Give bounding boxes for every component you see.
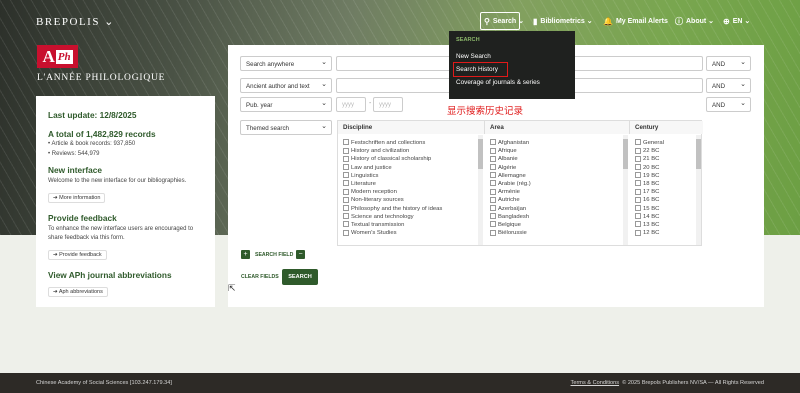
- year-separator: -: [369, 100, 372, 107]
- dropdown-heading: SEARCH: [456, 37, 480, 43]
- abbreviations-title: View APh journal abbreviations: [48, 270, 172, 280]
- list-item: 13 BC: [635, 221, 664, 229]
- discipline-header: Discipline: [338, 121, 485, 134]
- bell-icon: 🔔: [603, 16, 613, 26]
- sidebar: Last update: 12/8/2025 A total of 1,482,…: [36, 96, 215, 307]
- bar-chart-icon: ▮: [533, 16, 538, 26]
- list-item: Arménie: [490, 188, 531, 196]
- brepolis-brand[interactable]: BREPOLIS ⌄: [36, 15, 115, 28]
- info-icon: ⓘ: [675, 16, 683, 26]
- remove-field-button[interactable]: −: [296, 250, 305, 259]
- list-item: Literature: [343, 180, 442, 188]
- menu-item-new-search[interactable]: New Search: [456, 50, 568, 63]
- discipline-list[interactable]: Festschriften and collections History and…: [343, 139, 442, 237]
- operator-select-1[interactable]: AND: [706, 56, 751, 71]
- list-item: 15 BC: [635, 205, 664, 213]
- century-header: Century: [630, 121, 703, 134]
- total-records: A total of 1,482,829 records: [48, 129, 156, 139]
- list-item: 14 BC: [635, 213, 664, 221]
- footer: Chinese Academy of Social Sciences [103.…: [0, 373, 800, 393]
- feedback-text: To enhance the new interface users are e…: [48, 226, 194, 241]
- globe-icon: ⊕: [723, 16, 730, 26]
- themed-grid: Discipline Area Century Festschriften an…: [337, 120, 703, 246]
- operator-select-2[interactable]: AND: [706, 78, 751, 93]
- list-item: Non-literary sources: [343, 196, 442, 204]
- clear-fields-button[interactable]: CLEAR FIELDS: [241, 274, 279, 280]
- list-item: Women's Studies: [343, 229, 442, 237]
- list-item: 18 BC: [635, 180, 664, 188]
- list-item: History and civilization: [343, 147, 442, 155]
- list-item: Philosophy and the history of ideas: [343, 205, 442, 213]
- mouse-cursor-icon: ⇱: [228, 283, 236, 293]
- list-item: Algérie: [490, 164, 531, 172]
- search-icon: ⚲: [484, 16, 490, 26]
- list-item: Allemagne: [490, 172, 531, 180]
- record-count-reviews: • Reviews: 544,979: [48, 151, 100, 157]
- area-list[interactable]: Afghanistan Afrique Albanie Algérie Allemagn…: [490, 139, 531, 237]
- list-item: 20 BC: [635, 164, 664, 172]
- year-to-input[interactable]: yyyy: [373, 97, 403, 112]
- area-scrollbar[interactable]: [623, 135, 628, 245]
- year-from-input[interactable]: yyyy: [336, 97, 366, 112]
- list-item: Afghanistan: [490, 139, 531, 147]
- annotation-text: 显示搜索历史记录: [447, 106, 524, 117]
- menu-item-coverage[interactable]: Coverage of journals & series: [456, 76, 568, 89]
- search-dropdown-menu: SEARCH New Search Search History Coverag…: [449, 31, 575, 99]
- list-item: 22 BC: [635, 147, 664, 155]
- nav-email-alerts[interactable]: 🔔 My Email Alerts: [603, 12, 668, 30]
- list-item: Arabie (rég.): [490, 180, 531, 188]
- record-count-articles: • Article & book records: 937,850: [48, 141, 136, 147]
- new-interface-text: Welcome to the new interface for our bib…: [48, 178, 187, 184]
- nav-language[interactable]: ⊕ EN ⌄: [723, 12, 750, 30]
- aph-logo[interactable]: A Ph: [37, 45, 78, 68]
- list-item: Bangladesh: [490, 213, 531, 221]
- search-field-label: SEARCH FIELD: [255, 252, 294, 258]
- century-list[interactable]: General 22 BC 21 BC 20 BC 19 BC 18 BC 17 BC 16 …: [635, 139, 664, 237]
- list-item: 19 BC: [635, 172, 664, 180]
- list-item: Textual transmission: [343, 221, 442, 229]
- area-header: Area: [485, 121, 630, 134]
- discipline-scrollbar[interactable]: [478, 135, 483, 245]
- list-item: 17 BC: [635, 188, 664, 196]
- list-item: Autriche: [490, 196, 531, 204]
- list-item: Law and justice: [343, 164, 442, 172]
- list-item: Festschriften and collections: [343, 139, 442, 147]
- search-button[interactable]: SEARCH: [282, 269, 318, 285]
- field-select-2[interactable]: Ancient author and text: [240, 78, 332, 93]
- list-item: Linguistics: [343, 172, 442, 180]
- list-item: Biélorussie: [490, 229, 531, 237]
- last-update: Last update: 12/8/2025: [48, 110, 137, 120]
- copyright: © 2025 Brepols Publishers NV/SA — All Ri…: [622, 380, 764, 386]
- terms-link[interactable]: Terms & Conditions: [571, 380, 620, 386]
- operator-select-3[interactable]: AND: [706, 97, 751, 112]
- footer-institution: Chinese Academy of Social Sciences [103.…: [36, 380, 172, 386]
- nav-about[interactable]: ⓘ About ⌄: [675, 12, 714, 30]
- list-item: Azerbaïjan: [490, 205, 531, 213]
- list-item: Albanie: [490, 155, 531, 163]
- field-select-1[interactable]: Search anywhere: [240, 56, 332, 71]
- more-info-button[interactable]: ➔ More information: [48, 193, 106, 203]
- new-interface-title: New interface: [48, 165, 102, 175]
- list-item: 12 BC: [635, 229, 664, 237]
- abbreviations-button[interactable]: ➔ Aph abbreviations: [48, 287, 108, 297]
- logo-title: L'ANNÉE PHILOLOGIQUE: [37, 73, 166, 83]
- feedback-title: Provide feedback: [48, 213, 117, 223]
- list-item: General: [635, 139, 664, 147]
- menu-item-search-history[interactable]: Search History: [453, 62, 508, 77]
- list-item: History of classical scholarship: [343, 155, 442, 163]
- list-item: Belgique: [490, 221, 531, 229]
- list-item: 16 BC: [635, 196, 664, 204]
- list-item: Science and technology: [343, 213, 442, 221]
- add-field-button[interactable]: +: [241, 250, 250, 259]
- nav-search[interactable]: ⚲Search ⌄: [480, 12, 524, 30]
- nav-bibliometrics[interactable]: ▮ Bibliometrics ⌄: [533, 12, 593, 30]
- century-scrollbar[interactable]: [696, 135, 701, 245]
- list-item: Modern reception: [343, 188, 442, 196]
- list-item: Afrique: [490, 147, 531, 155]
- themed-search-select[interactable]: Themed search: [240, 120, 332, 135]
- list-item: 21 BC: [635, 155, 664, 163]
- provide-feedback-button[interactable]: ➔ Provide feedback: [48, 250, 107, 260]
- footer-right: Terms & Conditions © 2025 Brepols Publis…: [571, 380, 764, 386]
- field-select-3[interactable]: Pub. year: [240, 97, 332, 112]
